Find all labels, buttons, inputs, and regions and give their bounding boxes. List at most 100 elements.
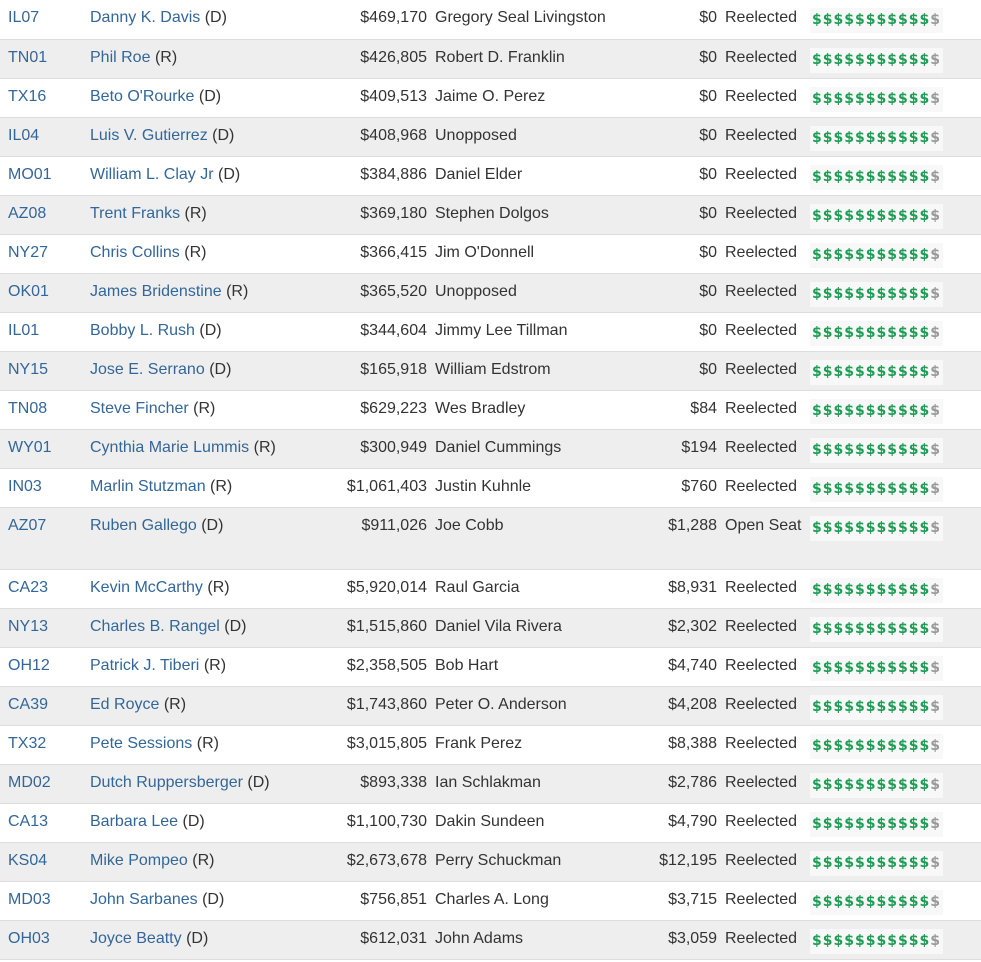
district-link[interactable]: IL01 — [8, 322, 39, 339]
incumbent-link[interactable]: Joyce Beatty — [90, 930, 182, 947]
district-link[interactable]: NY27 — [8, 244, 48, 261]
district-link[interactable]: IN03 — [8, 478, 42, 495]
race-status: Reelected — [725, 764, 810, 804]
challenger-raised: $1,288 — [655, 507, 725, 570]
district-link[interactable]: MD02 — [8, 774, 51, 791]
incumbent-link[interactable]: James Bridenstine — [90, 283, 222, 300]
dollar-sign: $ — [822, 90, 834, 107]
district-link[interactable]: CA23 — [8, 579, 48, 596]
party-label: (R) — [207, 578, 230, 596]
dollar-sign: $ — [919, 168, 931, 185]
district-link[interactable]: CA13 — [8, 813, 48, 830]
dollar-ratio-meter: $$$$$$$$$$$$ — [810, 733, 943, 759]
challenger-name: Ian Schlakman — [435, 764, 655, 804]
district-link[interactable]: TX32 — [8, 735, 46, 752]
district-link[interactable]: MO01 — [8, 166, 52, 183]
incumbent-link[interactable]: Pete Sessions — [90, 735, 192, 752]
incumbent-raised: $366,415 — [335, 234, 435, 274]
party-label: (D) — [212, 126, 235, 144]
incumbent-link[interactable]: Beto O'Rourke — [90, 88, 194, 105]
incumbent-link[interactable]: Ed Royce — [90, 696, 159, 713]
incumbent-link[interactable]: Steve Fincher — [90, 400, 189, 417]
race-status: Open Seat — [725, 507, 810, 570]
dollar-sign: $ — [855, 698, 866, 715]
incumbent-link[interactable]: Barbara Lee — [90, 813, 178, 830]
dollar-sign: $ — [822, 51, 834, 68]
district-link[interactable]: TX16 — [8, 88, 46, 105]
dollar-sign: $ — [898, 737, 909, 754]
district-link[interactable]: MD03 — [8, 891, 51, 908]
table-row: NY15 Jose E. Serrano (D) $165,918 Willia… — [0, 351, 981, 391]
incumbent-link[interactable]: John Sarbanes — [90, 891, 198, 908]
dollar-sign: $ — [887, 207, 898, 224]
dollar-sign: $ — [865, 581, 877, 598]
district-link[interactable]: WY01 — [8, 439, 52, 456]
challenger-name: Jim O'Donnell — [435, 234, 655, 274]
incumbent-link[interactable]: Cynthia Marie Lummis — [90, 439, 249, 456]
incumbent-link[interactable]: Dutch Ruppersberger — [90, 774, 243, 791]
district-link[interactable]: NY15 — [8, 361, 48, 378]
district-link[interactable]: IL07 — [8, 9, 39, 26]
incumbent-link[interactable]: Mike Pompeo — [90, 852, 188, 869]
challenger-name: Dakin Sundeen — [435, 803, 655, 843]
incumbent-raised: $384,886 — [335, 156, 435, 196]
dollar-sign: $ — [930, 246, 941, 263]
dollar-sign: $ — [919, 698, 931, 715]
dollar-sign: $ — [908, 246, 920, 263]
incumbent-link[interactable]: Trent Franks — [90, 205, 180, 222]
table-row: CA23 Kevin McCarthy (R) $5,920,014 Raul … — [0, 569, 981, 609]
district-link[interactable]: CA39 — [8, 696, 48, 713]
district-link[interactable]: NY13 — [8, 618, 48, 635]
district-link[interactable]: TN01 — [8, 49, 47, 66]
dollar-sign: $ — [812, 815, 823, 832]
district-link[interactable]: OK01 — [8, 283, 49, 300]
district-link[interactable]: TN08 — [8, 400, 47, 417]
dollar-sign: $ — [919, 659, 931, 676]
incumbent-link[interactable]: Marlin Stutzman — [90, 478, 206, 495]
incumbent-link[interactable]: Charles B. Rangel — [90, 618, 220, 635]
incumbent-link[interactable]: Kevin McCarthy — [90, 579, 203, 596]
dollar-sign: $ — [898, 519, 909, 536]
dollar-sign: $ — [865, 737, 877, 754]
incumbent-link[interactable]: Ruben Gallego — [90, 517, 197, 534]
dollar-sign: $ — [822, 737, 834, 754]
incumbent-link[interactable]: Chris Collins — [90, 244, 180, 261]
incumbent-link[interactable]: Jose E. Serrano — [90, 361, 205, 378]
incumbent-raised: $344,604 — [335, 312, 435, 352]
dollar-sign: $ — [930, 698, 941, 715]
dollar-sign: $ — [898, 363, 909, 380]
dollar-sign: $ — [876, 480, 888, 497]
district-link[interactable]: OH03 — [8, 930, 50, 947]
incumbent-link[interactable]: Phil Roe — [90, 49, 150, 66]
incumbent-link[interactable]: William L. Clay Jr — [90, 166, 214, 183]
challenger-raised: $0 — [655, 78, 725, 118]
dollar-sign: $ — [812, 581, 823, 598]
dollar-sign: $ — [822, 698, 834, 715]
challenger-name: Jimmy Lee Tillman — [435, 312, 655, 352]
district-link[interactable]: KS04 — [8, 852, 47, 869]
race-status: Reelected — [725, 429, 810, 469]
district-link[interactable]: AZ07 — [8, 517, 46, 534]
race-status: Reelected — [725, 312, 810, 352]
incumbent-link[interactable]: Bobby L. Rush — [90, 322, 195, 339]
dollar-sign: $ — [930, 737, 941, 754]
dollar-sign: $ — [908, 815, 920, 832]
dollar-sign: $ — [887, 737, 898, 754]
dollar-sign: $ — [898, 285, 909, 302]
dollar-sign: $ — [855, 854, 866, 871]
challenger-raised: $4,208 — [655, 686, 725, 726]
dollar-ratio-meter: $$$$$$$$$$$$ — [810, 47, 943, 73]
dollar-sign: $ — [887, 659, 898, 676]
incumbent-link[interactable]: Luis V. Gutierrez — [90, 127, 208, 144]
district-link[interactable]: IL04 — [8, 127, 39, 144]
dollar-sign: $ — [844, 285, 855, 302]
incumbent-link[interactable]: Danny K. Davis — [90, 9, 200, 26]
dollar-sign: $ — [919, 90, 931, 107]
district-link[interactable]: OH12 — [8, 657, 50, 674]
challenger-raised: $0 — [655, 273, 725, 313]
incumbent-link[interactable]: Patrick J. Tiberi — [90, 657, 199, 674]
dollar-sign: $ — [844, 659, 855, 676]
party-label: (R) — [196, 734, 219, 752]
dollar-sign: $ — [865, 363, 877, 380]
district-link[interactable]: AZ08 — [8, 205, 46, 222]
